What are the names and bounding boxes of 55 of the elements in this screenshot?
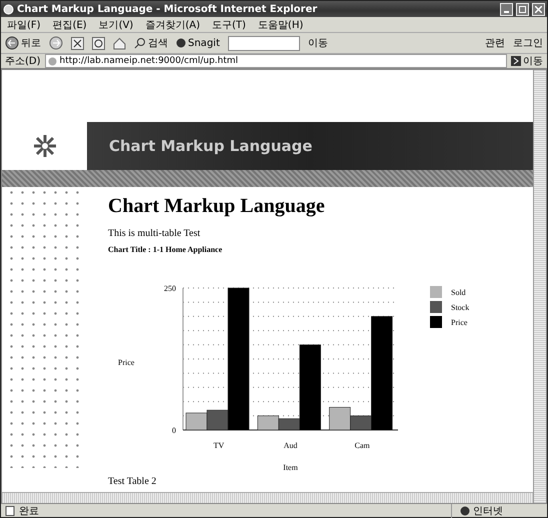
page-heading: Chart Markup Language bbox=[108, 195, 326, 218]
tick-label: 250 bbox=[164, 284, 176, 293]
menu-item[interactable]: 보기(V) bbox=[98, 18, 134, 32]
menu-item[interactable]: 도구(T) bbox=[212, 18, 246, 32]
section-title: Test Table 2 bbox=[108, 476, 158, 487]
page-icon bbox=[5, 506, 15, 516]
maximize-button[interactable] bbox=[516, 2, 529, 16]
globe-icon bbox=[460, 506, 470, 516]
address-label: 주소(D) bbox=[5, 55, 41, 68]
chart-title: Chart Title : 1-1 Home Appliance bbox=[108, 245, 224, 254]
login-button[interactable]: 로그인 bbox=[513, 36, 543, 50]
category-label: Cam bbox=[354, 441, 370, 450]
axis-label: Price bbox=[118, 358, 134, 367]
menu-item[interactable]: 도움말(H) bbox=[258, 18, 304, 32]
back-button[interactable]: 뒤로 bbox=[5, 36, 41, 50]
tick-label: 0 bbox=[172, 426, 176, 435]
go-button[interactable]: 이동 bbox=[511, 54, 543, 68]
snagit-button[interactable]: Snagit bbox=[176, 38, 220, 48]
menu-item[interactable]: 편집(E) bbox=[52, 18, 87, 32]
go-button[interactable]: 이동 bbox=[308, 36, 328, 50]
intro-text: This is multi-table Test bbox=[108, 228, 202, 239]
menu-item[interactable]: 파일(F) bbox=[7, 18, 41, 32]
window-title: Chart Markup Language - Microsoft Internet Explorer bbox=[17, 4, 318, 14]
browser-icon bbox=[3, 4, 14, 14]
category-label: Aud bbox=[284, 441, 298, 450]
menu-item[interactable]: 즐겨찾기(A) bbox=[145, 18, 200, 32]
vertical-scrollbar[interactable] bbox=[533, 70, 546, 503]
logo-icon bbox=[32, 133, 58, 159]
banner-title: Chart Markup Language bbox=[109, 137, 312, 155]
circle-icon bbox=[176, 38, 186, 48]
close-button[interactable] bbox=[532, 2, 545, 16]
horizontal-scrollbar[interactable] bbox=[2, 492, 533, 503]
bar bbox=[186, 412, 208, 430]
close-icon bbox=[535, 6, 542, 12]
search-field[interactable] bbox=[228, 36, 300, 50]
legend-label: Price bbox=[451, 318, 468, 327]
legend-label: Sold bbox=[451, 288, 466, 297]
arrow-icon bbox=[511, 56, 521, 66]
bar bbox=[257, 416, 279, 430]
category-label: TV bbox=[214, 441, 224, 450]
stop-icon[interactable] bbox=[71, 36, 84, 50]
search-button[interactable]: 검색 bbox=[134, 36, 168, 50]
home-icon[interactable] bbox=[113, 36, 126, 50]
status-text: 완료 bbox=[19, 504, 39, 518]
forward-button[interactable] bbox=[49, 36, 63, 50]
address-field[interactable]: http://lab.nameip.net:9000/cml/up.html bbox=[44, 54, 507, 68]
refresh-icon[interactable] bbox=[92, 36, 105, 50]
zone-text: 인터넷 bbox=[473, 504, 503, 518]
page-icon bbox=[48, 56, 57, 66]
related-button[interactable]: 관련 bbox=[485, 36, 505, 50]
search-icon bbox=[134, 37, 146, 49]
legend-label: Stock bbox=[451, 303, 470, 312]
maximize-icon bbox=[519, 6, 526, 12]
axis-label: Item bbox=[283, 463, 298, 472]
minimize-button[interactable] bbox=[500, 2, 513, 16]
